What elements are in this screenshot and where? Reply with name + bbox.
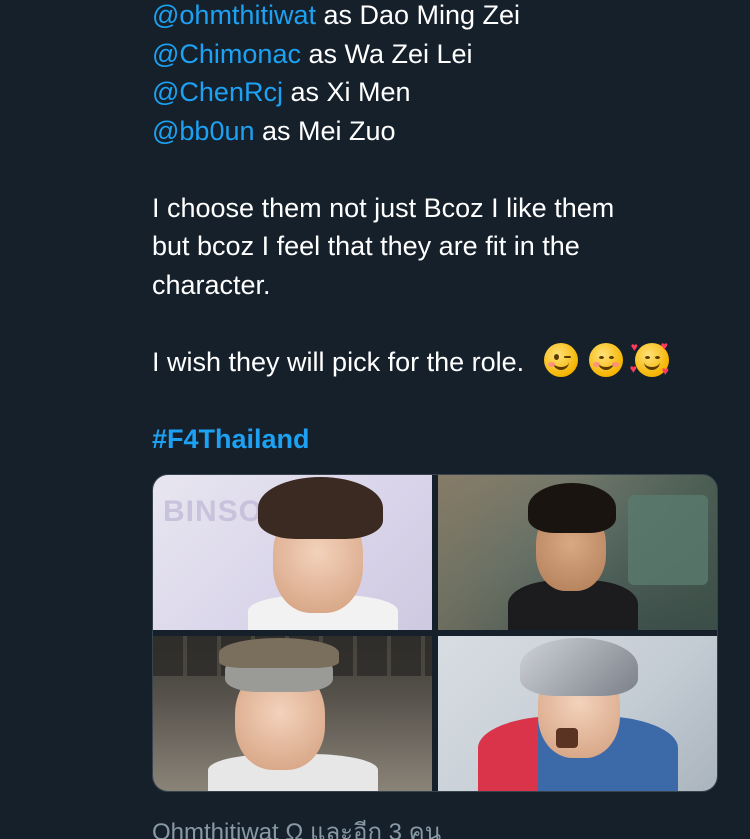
cast-role: as Wa Zei Lei [300,38,473,69]
wish-line: I wish they will pick for the role. ♥ ♥ … [152,338,732,382]
paragraph-line: I choose them not just Bcoz I like them [152,192,615,223]
tweet-text: @ohmthitiwat as Dao Ming Zei @Chimonac a… [152,0,732,458]
cast-role: as Xi Men [282,77,411,107]
photo-4[interactable] [438,636,717,791]
mention-link[interactable]: @bb0un [152,116,255,146]
mention-link[interactable]: @ohmthitiwat [152,0,316,30]
hashtag-link[interactable]: #F4Thailand [152,420,732,459]
cast-role: as Mei Zuo [254,115,396,146]
photo-2[interactable] [438,475,717,630]
mention-link[interactable]: @ChenRcj [152,77,283,107]
cast-role: as Dao Ming Zei [315,0,521,30]
smiling-face-emoji [589,342,624,377]
cast-line: @ChenRcj as Xi Men [152,73,732,112]
photo-1[interactable]: BINSO [153,475,432,630]
paragraph-line: character. [152,269,271,300]
cast-line: @bb0un as Mei Zuo [152,112,732,151]
smiling-face-with-hearts-emoji: ♥ ♥ ♥ ♥ [629,338,669,378]
wish-text: I wish they will pick for the role. [152,346,525,377]
paragraph-line: but bcoz I feel that they are fit in the [152,231,580,261]
cast-line: @ohmthitiwat as Dao Ming Zei [152,0,732,35]
cast-line: @Chimonac as Wa Zei Lei [152,35,732,74]
media-grid: BINSO [152,474,718,792]
photo-3[interactable] [153,636,432,791]
winking-face-emoji [543,342,578,377]
photo-watermark: BINSO [163,495,264,528]
tagged-users[interactable]: Ohmthitiwat Ω และอีก 3 คน [152,812,441,839]
mention-link[interactable]: @Chimonac [152,39,301,69]
